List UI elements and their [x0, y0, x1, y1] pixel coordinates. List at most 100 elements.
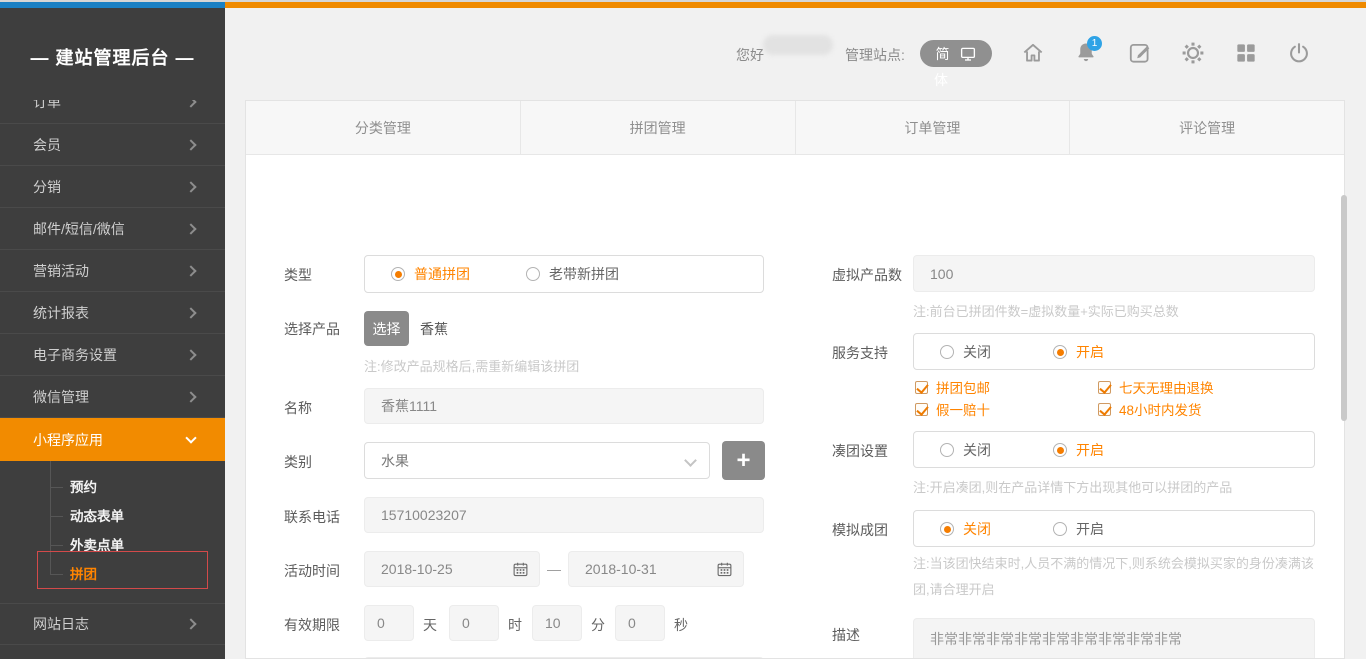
radio-service-on-label[interactable]: 开启 [1076, 342, 1104, 362]
checkbox-icon[interactable] [915, 403, 928, 416]
monitor-icon [959, 45, 977, 63]
power-icon[interactable] [1286, 40, 1312, 66]
chevron-right-icon [185, 307, 196, 318]
radio-veteran-newbie-group-label[interactable]: 老带新拼团 [549, 264, 619, 284]
radio-gather-on-label[interactable]: 开启 [1076, 440, 1104, 460]
radio-simulate-on-label[interactable]: 开启 [1076, 519, 1104, 539]
virtual-count-label: 虚拟产品数 [832, 265, 902, 285]
sidebar-subitem-group-buying[interactable]: 拼团 [0, 560, 225, 589]
start-date-input[interactable]: 2018-10-25 [364, 551, 540, 587]
add-category-button[interactable]: + [722, 441, 765, 480]
sidebar-item-members[interactable]: 会员 [0, 123, 225, 165]
tab-group-management[interactable]: 拼团管理 [520, 101, 795, 154]
edit-icon[interactable] [1127, 40, 1153, 66]
choose-product-button[interactable]: 选择 [364, 311, 409, 346]
validity-days-input[interactable] [364, 605, 414, 641]
tab-category-management[interactable]: 分类管理 [246, 101, 520, 154]
checkbox-7day-return[interactable]: 七天无理由退换 [1098, 377, 1214, 397]
phone-label: 联系电话 [284, 507, 340, 527]
group-buy-form: 类型 普通拼团 老带新拼团 选择产品 选择 香蕉 注:修改产品规格后,需重新编辑… [246, 155, 1344, 659]
checkbox-icon[interactable] [915, 381, 928, 394]
virtual-count-input[interactable] [913, 255, 1315, 292]
category-select[interactable]: 水果 [364, 442, 710, 479]
sidebar-item-mini-program-apps[interactable]: 小程序应用 [0, 417, 225, 461]
chevron-right-icon [185, 139, 196, 150]
home-icon[interactable] [1020, 40, 1046, 66]
type-label: 类型 [284, 265, 312, 285]
validity-hours-input[interactable] [449, 605, 499, 641]
virtual-count-note: 注:前台已拼团件数=虚拟数量+实际已购买总数 [913, 301, 1179, 320]
validity-minutes-input[interactable] [532, 605, 582, 641]
sidebar-item-distribution[interactable]: 分销 [0, 165, 225, 207]
radio-simulate-off-label[interactable]: 关闭 [963, 519, 991, 539]
category-label: 类别 [284, 452, 312, 472]
validity-label: 有效期限 [284, 615, 340, 635]
sidebar-subitem-dynamic-forms[interactable]: 动态表单 [0, 502, 225, 531]
checkbox-free-shipping[interactable]: 拼团包邮 [915, 377, 990, 397]
simulate-label: 模拟成团 [832, 520, 888, 540]
radio-gather-off[interactable] [940, 443, 954, 457]
gather-label: 凑团设置 [832, 441, 888, 461]
gear-icon[interactable] [1180, 40, 1206, 66]
top-accent-strip [0, 0, 1366, 8]
checkbox-icon[interactable] [1098, 403, 1111, 416]
sidebar-item-marketing[interactable]: 营销活动 [0, 249, 225, 291]
lang-pill-text: 简 [936, 44, 950, 64]
calendar-icon [512, 561, 529, 578]
content-card: 分类管理 拼团管理 订单管理 评论管理 类型 普通拼团 老带新拼团 选择产品 选… [245, 100, 1345, 659]
end-date-input[interactable]: 2018-10-31 [568, 551, 744, 587]
validity-seconds-input[interactable] [615, 605, 665, 641]
sidebar-item-site-logs[interactable]: 网站日志 [0, 603, 225, 645]
unit-days: 天 [423, 615, 437, 635]
unit-minutes: 分 [591, 615, 605, 635]
tab-bar: 分类管理 拼团管理 订单管理 评论管理 [246, 101, 1344, 155]
gather-radio-group: 关闭 开启 [913, 431, 1315, 468]
product-label: 选择产品 [284, 319, 340, 339]
radio-normal-group-label[interactable]: 普通拼团 [414, 264, 470, 284]
sidebar-item-orders[interactable]: 订单 [0, 100, 225, 123]
unit-hours: 时 [508, 615, 522, 635]
radio-gather-off-label[interactable]: 关闭 [963, 440, 991, 460]
chevron-right-icon [185, 265, 196, 276]
radio-simulate-off[interactable] [940, 522, 954, 536]
chevron-right-icon [185, 391, 196, 402]
tab-order-management[interactable]: 订单管理 [795, 101, 1070, 154]
name-label: 名称 [284, 398, 312, 418]
checkbox-icon[interactable] [1098, 381, 1111, 394]
checkbox-48h-shipping[interactable]: 48小时内发货 [1098, 399, 1202, 419]
checkbox-fake-one-pay-ten[interactable]: 假一赔十 [915, 399, 990, 419]
sidebar-item-ecommerce-settings[interactable]: 电子商务设置 [0, 333, 225, 375]
sidebar: — 建站管理后台 — 订单 会员 分销 邮件/短信/微信 营销活动 [0, 8, 225, 659]
chevron-down-icon [185, 432, 196, 443]
sidebar-item-mail-sms-wechat[interactable]: 邮件/短信/微信 [0, 207, 225, 249]
grid-apps-icon[interactable] [1233, 40, 1259, 66]
radio-normal-group[interactable] [391, 267, 405, 281]
simulate-note: 注:当该团快结束时,人员不满的情况下,则系统会模拟买家的身份凑满该团,请合理开启 [913, 551, 1321, 603]
sidebar-item-reports[interactable]: 统计报表 [0, 291, 225, 333]
date-range-separator: — [547, 561, 561, 577]
tab-review-management[interactable]: 评论管理 [1069, 101, 1344, 154]
scrollbar-thumb[interactable] [1341, 195, 1347, 421]
phone-input[interactable] [364, 497, 764, 533]
radio-simulate-on[interactable] [1053, 522, 1067, 536]
sidebar-subitem-takeout-orders[interactable]: 外卖点单 [0, 531, 225, 560]
desc-textarea[interactable]: 非常非常非常非常非常非常非常非常非常 [913, 618, 1315, 659]
name-input[interactable] [364, 388, 764, 424]
sidebar-subitem-reservation[interactable]: 预约 [0, 473, 225, 502]
chevron-down-icon [684, 454, 697, 467]
sidebar-item-wechat-management[interactable]: 微信管理 [0, 375, 225, 417]
app-title: — 建站管理后台 — [0, 44, 225, 70]
radio-service-off[interactable] [940, 345, 954, 359]
gather-note: 注:开启凑团,则在产品详情下方出现其他可以拼团的产品 [913, 477, 1232, 496]
desc-label: 描述 [832, 625, 860, 645]
lang-pill-text-below: 体 [934, 70, 948, 90]
app-window: — 建站管理后台 — 订单 会员 分销 邮件/短信/微信 营销活动 [0, 0, 1366, 659]
language-site-pill[interactable]: 简 [920, 40, 992, 67]
radio-service-off-label[interactable]: 关闭 [963, 342, 991, 362]
radio-veteran-newbie-group[interactable] [526, 267, 540, 281]
radio-gather-on[interactable] [1053, 443, 1067, 457]
chevron-right-icon [185, 181, 196, 192]
product-value: 香蕉 [420, 319, 448, 339]
simulate-radio-group: 关闭 开启 [913, 510, 1315, 547]
radio-service-on[interactable] [1053, 345, 1067, 359]
